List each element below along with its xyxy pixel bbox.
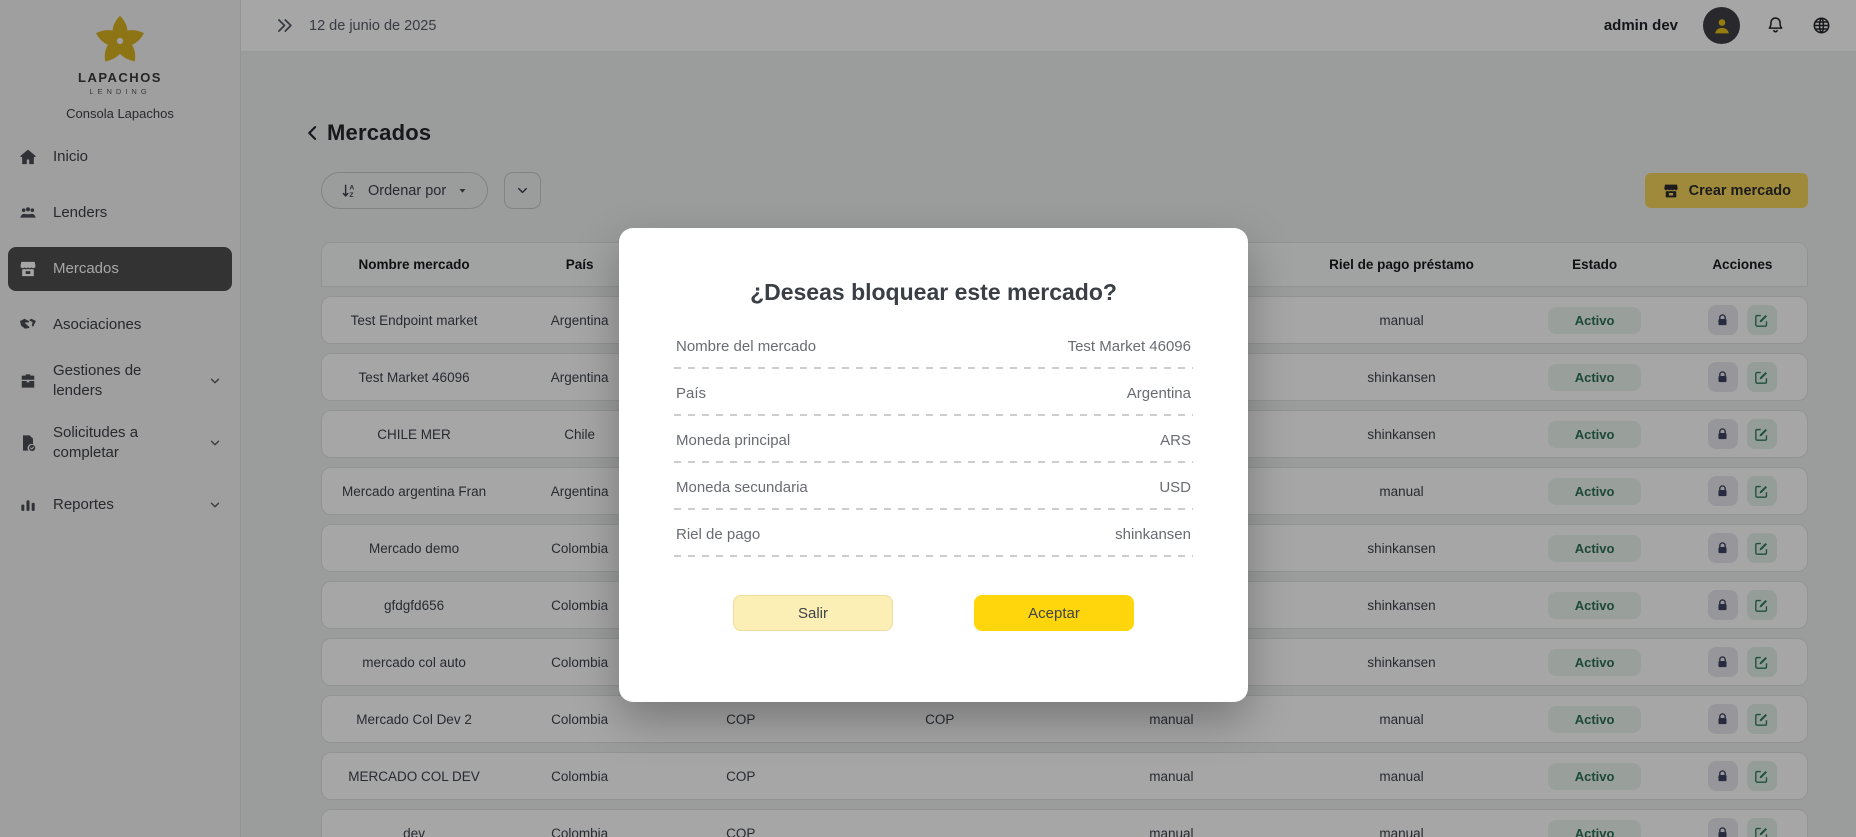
modal-field-payment-rail: Riel de pago shinkansen — [674, 510, 1193, 557]
modal-title: ¿Deseas bloquear este mercado? — [674, 276, 1193, 308]
modal-field-primary-currency: Moneda principal ARS — [674, 416, 1193, 463]
field-label: Nombre del mercado — [676, 338, 816, 355]
confirm-button[interactable]: Aceptar — [974, 595, 1134, 631]
modal-actions: Salir Aceptar — [674, 595, 1193, 631]
field-value: Argentina — [1127, 385, 1191, 402]
modal-field-secondary-currency: Moneda secundaria USD — [674, 463, 1193, 510]
field-value: Test Market 46096 — [1068, 338, 1191, 355]
cancel-button[interactable]: Salir — [733, 595, 893, 631]
field-value: USD — [1159, 479, 1191, 496]
field-value: shinkansen — [1115, 526, 1191, 543]
field-label: Riel de pago — [676, 526, 760, 543]
field-label: Moneda principal — [676, 432, 790, 449]
field-label: Moneda secundaria — [676, 479, 808, 496]
modal-field-market-name: Nombre del mercado Test Market 46096 — [674, 322, 1193, 369]
modal-fields: Nombre del mercado Test Market 46096 Paí… — [674, 322, 1193, 557]
field-label: País — [676, 385, 706, 402]
field-value: ARS — [1160, 432, 1191, 449]
modal-field-country: País Argentina — [674, 369, 1193, 416]
block-market-modal: ¿Deseas bloquear este mercado? Nombre de… — [619, 228, 1248, 702]
